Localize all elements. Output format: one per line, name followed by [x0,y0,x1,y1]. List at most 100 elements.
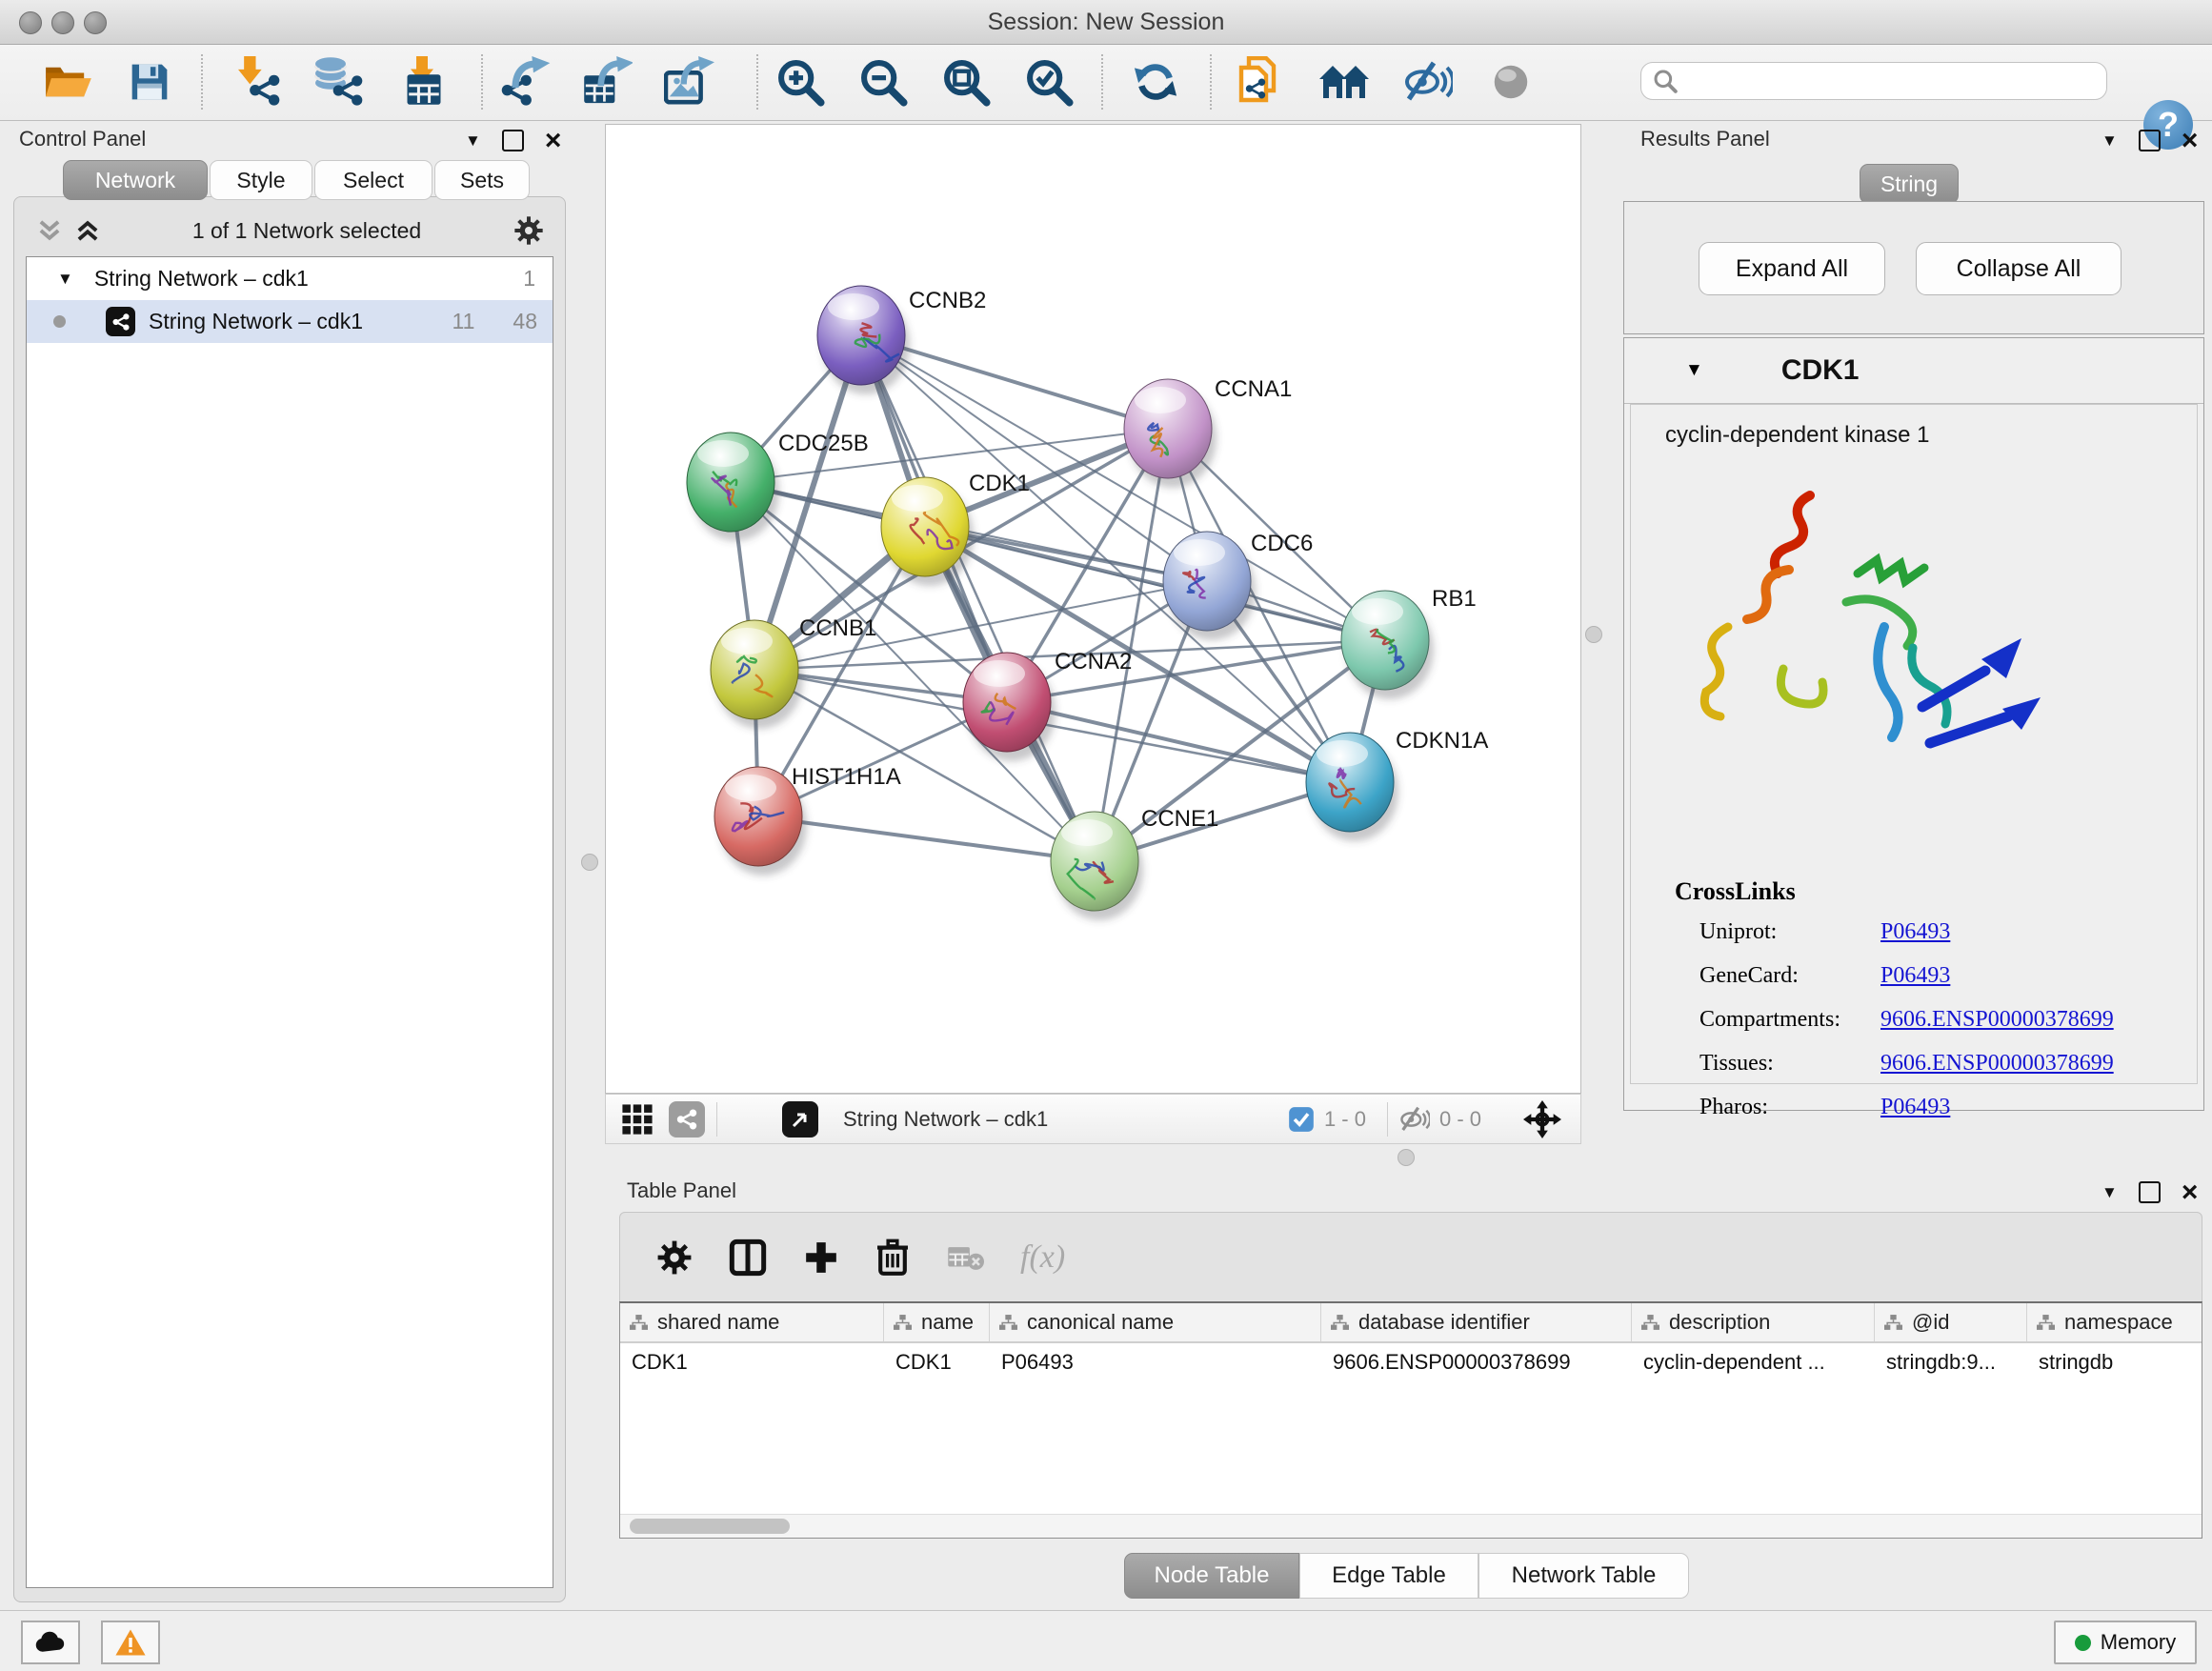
network-node-HIST1H1A[interactable]: HIST1H1A [714,764,901,876]
column-header-database-identifier[interactable]: database identifier [1321,1303,1632,1341]
network-edge-CCNA2-CDKN1A[interactable] [1007,702,1350,782]
tab-network-table[interactable]: Network Table [1478,1553,1689,1599]
import-network-from-file-button[interactable] [227,52,290,111]
table-panel-menu-button[interactable]: ▼ [2101,1183,2118,1202]
import-network-from-database-button[interactable] [307,52,370,111]
tab-edge-table[interactable]: Edge Table [1299,1553,1478,1599]
table-cell[interactable]: stringdb:9... [1875,1343,2027,1383]
export-network-button[interactable] [493,52,556,111]
table-options-gear-icon[interactable] [656,1239,693,1276]
show-all-button[interactable] [1479,52,1542,111]
network-node-CDKN1A[interactable]: CDKN1A [1306,728,1488,841]
column-header-shared-name[interactable]: shared name [620,1303,884,1341]
scrollbar-thumb[interactable] [630,1519,790,1534]
tab-style[interactable]: Style [210,160,312,200]
zoom-in-button[interactable] [769,52,832,111]
export-table-button[interactable] [575,52,638,111]
network-node-CCNB2[interactable]: CCNB2 [817,286,986,394]
network-options-gear-icon[interactable] [513,215,544,246]
crosslink-link[interactable]: P06493 [1880,919,1950,945]
network-node-CCNA1[interactable]: CCNA1 [1124,376,1292,488]
expand-all-tree-icon[interactable] [75,218,100,243]
table-cell[interactable]: P06493 [990,1343,1321,1383]
warning-status-button[interactable] [101,1621,160,1664]
results-panel-menu-button[interactable]: ▼ [2101,131,2118,151]
network-edge-HIST1H1A-CCNE1[interactable] [758,816,1095,861]
tab-select[interactable]: Select [314,160,432,200]
tab-node-table[interactable]: Node Table [1124,1553,1299,1599]
search-box[interactable] [1640,62,2107,100]
window-close-button[interactable] [19,11,42,34]
open-session-button[interactable] [36,52,99,111]
duplicate-network-button[interactable] [1228,52,1291,111]
selected-checkbox-icon[interactable] [1288,1106,1315,1133]
network-node-CCNA2[interactable]: CCNA2 [963,649,1132,761]
column-header-description[interactable]: description [1632,1303,1875,1341]
collection-expand-arrow[interactable]: ▼ [57,270,73,289]
right-splitter-handle[interactable] [1585,626,1602,643]
zoom-selected-button[interactable] [1017,52,1080,111]
network-row-selected[interactable]: String Network – cdk1 11 48 [27,300,553,343]
hidden-eye-slash-icon[interactable] [1399,1105,1430,1134]
control-panel-menu-button[interactable]: ▼ [465,131,481,151]
grid-view-icon[interactable] [621,1103,654,1136]
network-canvas[interactable]: CCNB2CCNA1CDC25BCDK1CDC6RB1CCNB1CCNA2CDK… [605,124,1581,1094]
refresh-layout-button[interactable] [1124,52,1187,111]
crosslink-link[interactable]: P06493 [1880,1095,1950,1120]
zoom-out-button[interactable] [852,52,915,111]
first-neighbors-button[interactable] [1313,52,1376,111]
table-panel-close-button[interactable]: × [2182,1183,2199,1201]
search-input[interactable] [1678,69,2081,93]
results-panel-close-button[interactable]: × [2182,131,2199,150]
save-session-button[interactable] [118,52,181,111]
tab-network[interactable]: Network [63,160,208,200]
result-card-header[interactable]: ▼ CDK1 [1624,338,2203,404]
network-collection-row[interactable]: ▼ String Network – cdk1 1 [27,257,553,300]
table-cell[interactable]: CDK1 [884,1343,990,1383]
pan-crosshair-icon[interactable] [1523,1100,1561,1138]
table-cell[interactable]: CDK1 [620,1343,884,1383]
hide-selected-button[interactable] [1397,52,1459,111]
column-header-name[interactable]: name [884,1303,990,1341]
table-panel-float-button[interactable] [2139,1181,2161,1203]
crosslink-link[interactable]: P06493 [1880,963,1950,989]
crosslink-link[interactable]: 9606.ENSP00000378699 [1880,1051,2114,1077]
network-node-CCNB1[interactable]: CCNB1 [711,615,876,729]
table-horizontal-scrollbar[interactable] [620,1514,2202,1538]
network-node-CDC25B[interactable]: CDC25B [687,431,869,541]
expand-all-button[interactable]: Expand All [1699,242,1885,295]
export-image-button[interactable] [658,52,721,111]
birds-eye-view-icon[interactable] [782,1101,818,1137]
network-node-RB1[interactable]: RB1 [1341,586,1477,699]
tab-sets[interactable]: Sets [434,160,530,200]
control-panel-float-button[interactable] [502,130,524,151]
table-cell[interactable]: stringdb [2027,1343,2202,1383]
memory-button[interactable]: Memory [2054,1621,2197,1664]
column-header--id[interactable]: @id [1875,1303,2027,1341]
bottom-splitter-handle[interactable] [1398,1149,1415,1166]
import-table-from-file-button[interactable] [393,52,456,111]
create-column-plus-icon[interactable] [803,1239,839,1276]
window-zoom-button[interactable] [84,11,107,34]
table-cell[interactable]: 9606.ENSP00000378699 [1321,1343,1632,1383]
collapse-all-tree-icon[interactable] [37,218,62,243]
delete-column-trash-icon[interactable] [875,1238,910,1277]
cloud-status-button[interactable] [21,1621,80,1664]
tab-string[interactable]: String [1860,164,1959,204]
results-panel-float-button[interactable] [2139,130,2161,151]
zoom-fit-button[interactable] [935,52,997,111]
network-view-icon[interactable] [669,1101,705,1137]
left-splitter-handle[interactable] [581,854,598,871]
crosslink-link[interactable]: 9606.ENSP00000378699 [1880,1007,2114,1033]
show-columns-icon[interactable] [729,1238,767,1277]
column-header-namespace[interactable]: namespace [2027,1303,2202,1341]
result-collapse-arrow[interactable]: ▼ [1685,360,1703,381]
column-header-canonical-name[interactable]: canonical name [990,1303,1321,1341]
window-minimize-button[interactable] [51,11,74,34]
collapse-all-button[interactable]: Collapse All [1916,242,2122,295]
table-cell[interactable]: cyclin-dependent ... [1632,1343,1875,1383]
network-node-CDK1[interactable]: CDK1 [881,471,1030,586]
network-node-CCNE1[interactable]: CCNE1 [1051,806,1218,920]
table-row[interactable]: CDK1CDK1P064939606.ENSP00000378699cyclin… [620,1343,2202,1383]
control-panel-close-button[interactable]: × [545,131,562,150]
